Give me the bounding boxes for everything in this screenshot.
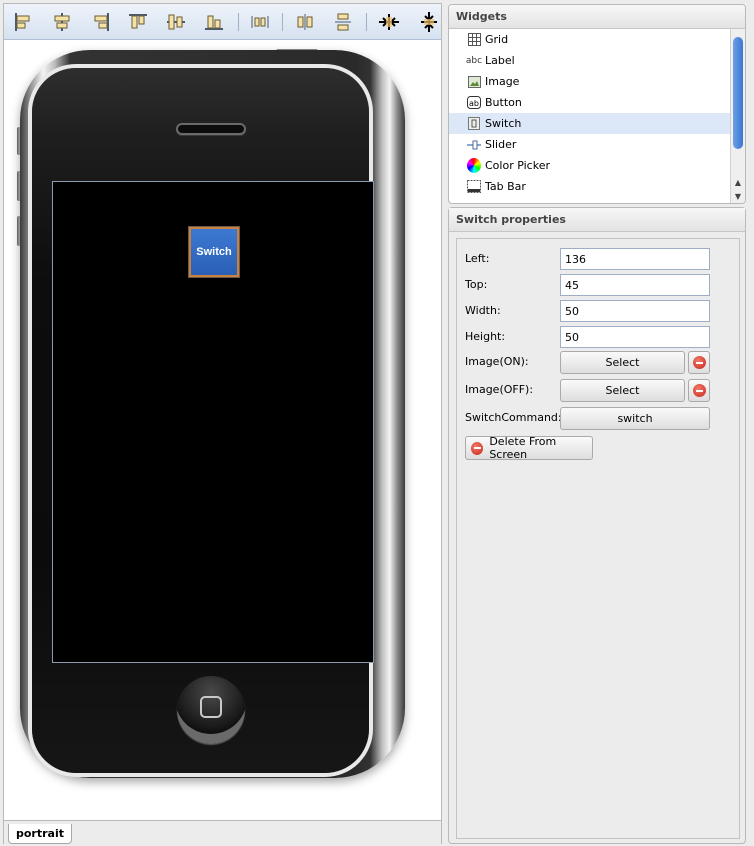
properties-panel-title: Switch properties bbox=[449, 208, 745, 232]
same-width-icon[interactable] bbox=[376, 9, 402, 35]
prop-row-left: Left: bbox=[465, 248, 735, 270]
image-off-select-button[interactable]: Select bbox=[560, 379, 685, 402]
top-field[interactable] bbox=[560, 274, 710, 296]
tab-portrait[interactable]: portrait bbox=[8, 824, 72, 844]
switch-widget[interactable]: Switch bbox=[188, 226, 240, 278]
scrollbar-thumb[interactable] bbox=[733, 37, 743, 149]
phone-home-button bbox=[177, 676, 245, 744]
distribute-center-icon[interactable] bbox=[292, 9, 318, 35]
left-field[interactable] bbox=[560, 248, 710, 270]
prop-row-image-off: Image(OFF): Select bbox=[465, 379, 735, 402]
distribute-horizontal-icon[interactable] bbox=[247, 9, 273, 35]
slider-icon bbox=[467, 138, 481, 152]
remove-icon bbox=[692, 356, 706, 369]
height-label: Height: bbox=[465, 330, 506, 343]
toolbar-separator bbox=[238, 13, 239, 31]
widget-label: Color Picker bbox=[485, 159, 550, 172]
label-icon: abc bbox=[465, 55, 483, 66]
widget-item-tab-bar[interactable]: Tab Bar bbox=[449, 176, 731, 197]
widgets-panel: Widgets Grid abc Label Image ab Button S… bbox=[448, 4, 746, 204]
image-off-clear-button[interactable] bbox=[688, 379, 710, 402]
align-left-icon[interactable] bbox=[10, 9, 36, 35]
widget-label: Slider bbox=[485, 138, 517, 151]
phone-screen[interactable]: Switch bbox=[52, 181, 374, 663]
tab-bar-icon bbox=[467, 180, 481, 194]
align-bottom-icon[interactable] bbox=[201, 9, 227, 35]
alignment-toolbar bbox=[4, 4, 441, 40]
delete-label: Delete From Screen bbox=[489, 435, 557, 461]
widget-list-scrollbar[interactable]: ▲ ▼ bbox=[730, 29, 745, 203]
design-canvas[interactable]: Switch bbox=[4, 41, 441, 819]
align-middle-vertical-icon[interactable] bbox=[163, 9, 189, 35]
home-square-icon bbox=[200, 696, 222, 718]
prop-row-image-on: Image(ON): Select bbox=[465, 351, 735, 374]
widget-item-slider[interactable]: Slider bbox=[449, 134, 731, 155]
prop-row-top: Top: bbox=[465, 274, 735, 296]
widget-label: Button bbox=[485, 96, 522, 109]
align-center-horizontal-icon[interactable] bbox=[49, 9, 75, 35]
toolbar-separator bbox=[366, 13, 367, 31]
delete-icon bbox=[471, 441, 484, 455]
svg-text:ab: ab bbox=[469, 99, 479, 108]
image-off-label: Image(OFF): bbox=[465, 383, 534, 396]
widget-item-label[interactable]: abc Label bbox=[449, 50, 731, 71]
widget-label: Label bbox=[485, 54, 515, 67]
prop-row-switch-command: SwitchCommand: switch bbox=[465, 407, 735, 430]
grid-icon bbox=[467, 33, 481, 47]
left-label: Left: bbox=[465, 252, 490, 265]
widgets-panel-title: Widgets bbox=[449, 5, 745, 29]
align-right-icon[interactable] bbox=[88, 9, 114, 35]
orientation-tabs: portrait bbox=[4, 820, 441, 844]
distribute-vertical-icon[interactable] bbox=[330, 9, 356, 35]
widget-label: Switch bbox=[485, 117, 522, 130]
image-on-label: Image(ON): bbox=[465, 355, 529, 368]
width-label: Width: bbox=[465, 304, 501, 317]
widget-item-grid[interactable]: Grid bbox=[449, 29, 731, 50]
image-on-select-button[interactable]: Select bbox=[560, 351, 685, 374]
widget-label: Grid bbox=[485, 33, 509, 46]
prop-row-height: Height: bbox=[465, 326, 735, 348]
scroll-down-arrow-icon[interactable]: ▼ bbox=[731, 190, 745, 203]
widget-list: Grid abc Label Image ab Button Switch Sl… bbox=[449, 29, 731, 203]
switch-command-button[interactable]: switch bbox=[560, 407, 710, 430]
phone-earpiece bbox=[176, 123, 246, 135]
widget-item-image[interactable]: Image bbox=[449, 71, 731, 92]
align-top-icon[interactable] bbox=[125, 9, 151, 35]
properties-panel: Switch properties Left: Top: Width: Heig… bbox=[448, 207, 746, 844]
toolbar-separator bbox=[282, 13, 283, 31]
switch-command-label: SwitchCommand: bbox=[465, 411, 562, 424]
image-on-clear-button[interactable] bbox=[688, 351, 710, 374]
color-picker-icon bbox=[467, 158, 481, 173]
widget-item-switch[interactable]: Switch bbox=[449, 113, 731, 134]
button-icon: ab bbox=[467, 96, 481, 110]
widget-label: Image bbox=[485, 75, 520, 88]
widget-item-button[interactable]: ab Button bbox=[449, 92, 731, 113]
designer-pane: Switch portrait bbox=[3, 3, 442, 844]
widget-label: Tab Bar bbox=[485, 180, 526, 193]
width-field[interactable] bbox=[560, 300, 710, 322]
delete-from-screen-button[interactable]: Delete From Screen bbox=[465, 435, 593, 461]
height-field[interactable] bbox=[560, 326, 710, 348]
scroll-up-arrow-icon[interactable]: ▲ bbox=[731, 176, 745, 189]
image-icon bbox=[467, 75, 481, 89]
widget-item-color-picker[interactable]: Color Picker bbox=[449, 155, 731, 176]
prop-row-width: Width: bbox=[465, 300, 735, 322]
switch-icon bbox=[467, 117, 481, 131]
remove-icon bbox=[692, 384, 706, 397]
properties-form: Left: Top: Width: Height: Image(ON): Sel… bbox=[456, 238, 740, 839]
top-label: Top: bbox=[465, 278, 488, 291]
same-height-icon[interactable] bbox=[416, 9, 442, 35]
